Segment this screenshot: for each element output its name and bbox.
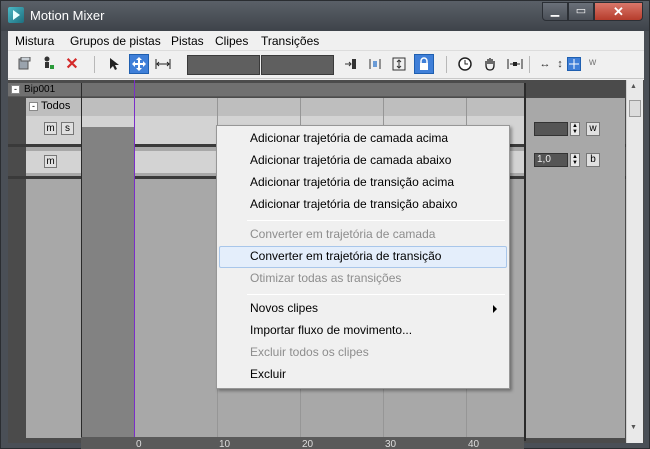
track2-mute-button[interactable]: m: [44, 155, 57, 168]
menu-add-transition-track-above[interactable]: Adicionar trajetória de transição acima: [219, 172, 507, 194]
biped-collapse-toggle[interactable]: -: [11, 85, 20, 94]
menu-add-transition-track-below[interactable]: Adicionar trajetória de transição abaixo: [219, 194, 507, 216]
add-character-icon[interactable]: [38, 54, 58, 74]
ruler-tick-label: 40: [468, 439, 480, 449]
zoom-extents-icon[interactable]: [505, 54, 525, 74]
track1-mute-button[interactable]: m: [44, 122, 57, 135]
context-menu: Adicionar trajetória de camada acima Adi…: [216, 125, 510, 389]
track1-weight-field[interactable]: [534, 122, 568, 136]
minimize-button[interactable]: ▁: [542, 2, 568, 21]
menu-delete-all-clips: Excluir todos os clipes: [250, 345, 369, 359]
menu-convert-to-layer-track: Converter em trajetória de camada: [250, 227, 436, 241]
menu-add-layer-track-above[interactable]: Adicionar trajetória de camada acima: [219, 128, 507, 150]
vertical-scrollbar[interactable]: ▲ ▼: [626, 80, 643, 443]
menu-new-clips-label: Novos clipes: [250, 301, 319, 315]
trim-icon[interactable]: [365, 54, 385, 74]
zoom-region-icon[interactable]: [567, 57, 581, 71]
biped-row[interactable]: - Bip001: [8, 83, 524, 97]
menu-import-motion-flow[interactable]: Importar fluxo de movimento...: [219, 320, 507, 342]
ruler-tick-label: 20: [302, 439, 314, 449]
lock-icon[interactable]: [414, 54, 434, 74]
track1-solo-button[interactable]: s: [61, 122, 74, 135]
menu-separator: [247, 220, 505, 221]
scroll-down-icon[interactable]: ▼: [630, 424, 637, 431]
select-arrow-icon[interactable]: [104, 54, 124, 74]
menu-pistas[interactable]: Pistas: [171, 34, 204, 48]
move-icon[interactable]: [129, 54, 149, 74]
track1-weight-spinner[interactable]: ▲ ▼: [570, 122, 580, 136]
time-icon[interactable]: [455, 54, 475, 74]
fit-icon[interactable]: [389, 54, 409, 74]
delete-icon[interactable]: ✕: [62, 54, 82, 74]
group-collapse-toggle[interactable]: -: [29, 102, 38, 111]
track2-weight-spinner[interactable]: ▲ ▼: [570, 153, 580, 167]
time-field-start[interactable]: [187, 55, 260, 75]
group-label: Todos: [41, 100, 71, 112]
add-biped-icon[interactable]: [14, 54, 34, 74]
toolbar-w-label: w: [589, 57, 597, 68]
menu-optimize-all-transitions: Otimizar todas as transições: [250, 271, 402, 285]
maximize-button[interactable]: ▭: [568, 2, 594, 21]
title-bar: Motion Mixer ▁ ▭ ✕: [1, 1, 649, 31]
time-cursor[interactable]: [134, 80, 135, 443]
set-range-icon[interactable]: [341, 54, 361, 74]
track-weight-panel: ▲ ▼ w 1,0 ▲ ▼ b: [526, 98, 625, 438]
menu-mistura[interactable]: Mistura: [15, 34, 54, 48]
window-title: Motion Mixer: [30, 8, 105, 23]
menu-clipes[interactable]: Clipes: [215, 34, 248, 48]
toolbar: ✕ ↔ ↕ w: [8, 51, 644, 79]
scroll-up-icon[interactable]: ▲: [630, 83, 637, 90]
pre-range-area: [81, 127, 134, 443]
pan-icon[interactable]: [480, 54, 500, 74]
submenu-arrow-icon: [493, 305, 497, 313]
menu-add-layer-track-below[interactable]: Adicionar trajetória de camada abaixo: [219, 150, 507, 172]
vertical-scroll-thumb[interactable]: [629, 100, 641, 117]
menu-transicoes[interactable]: Transições: [261, 34, 319, 48]
app-icon: [8, 7, 24, 23]
ruler-tick-label: 10: [219, 439, 231, 449]
ruler-tick-label: 0: [136, 439, 142, 449]
menu-grupos-de-pistas[interactable]: Grupos de pistas: [70, 34, 161, 48]
menu-bar: Mistura Grupos de pistas Pistas Clipes T…: [8, 31, 644, 51]
track2-weight-field[interactable]: 1,0: [534, 153, 568, 167]
track1-w-button[interactable]: w: [586, 122, 600, 136]
close-button[interactable]: ✕: [594, 2, 643, 21]
menu-delete[interactable]: Excluir: [219, 364, 507, 386]
biped-label: Bip001: [24, 84, 56, 95]
toolbar-separator: [446, 56, 447, 73]
menu-convert-to-transition-track[interactable]: Converter em trajetória de transição: [219, 246, 507, 268]
timeline-left-border: [81, 83, 82, 441]
ruler-tick-label: 30: [385, 439, 397, 449]
track2-b-button[interactable]: b: [586, 153, 600, 167]
time-field-end[interactable]: [261, 55, 334, 75]
menu-separator: [247, 294, 505, 295]
toolbar-separator: [529, 56, 530, 73]
toolbar-separator: [94, 56, 95, 73]
scale-icon[interactable]: [153, 54, 173, 74]
time-ruler[interactable]: 0 10 20 30 40: [81, 437, 524, 449]
menu-new-clips[interactable]: Novos clipes: [219, 298, 507, 320]
